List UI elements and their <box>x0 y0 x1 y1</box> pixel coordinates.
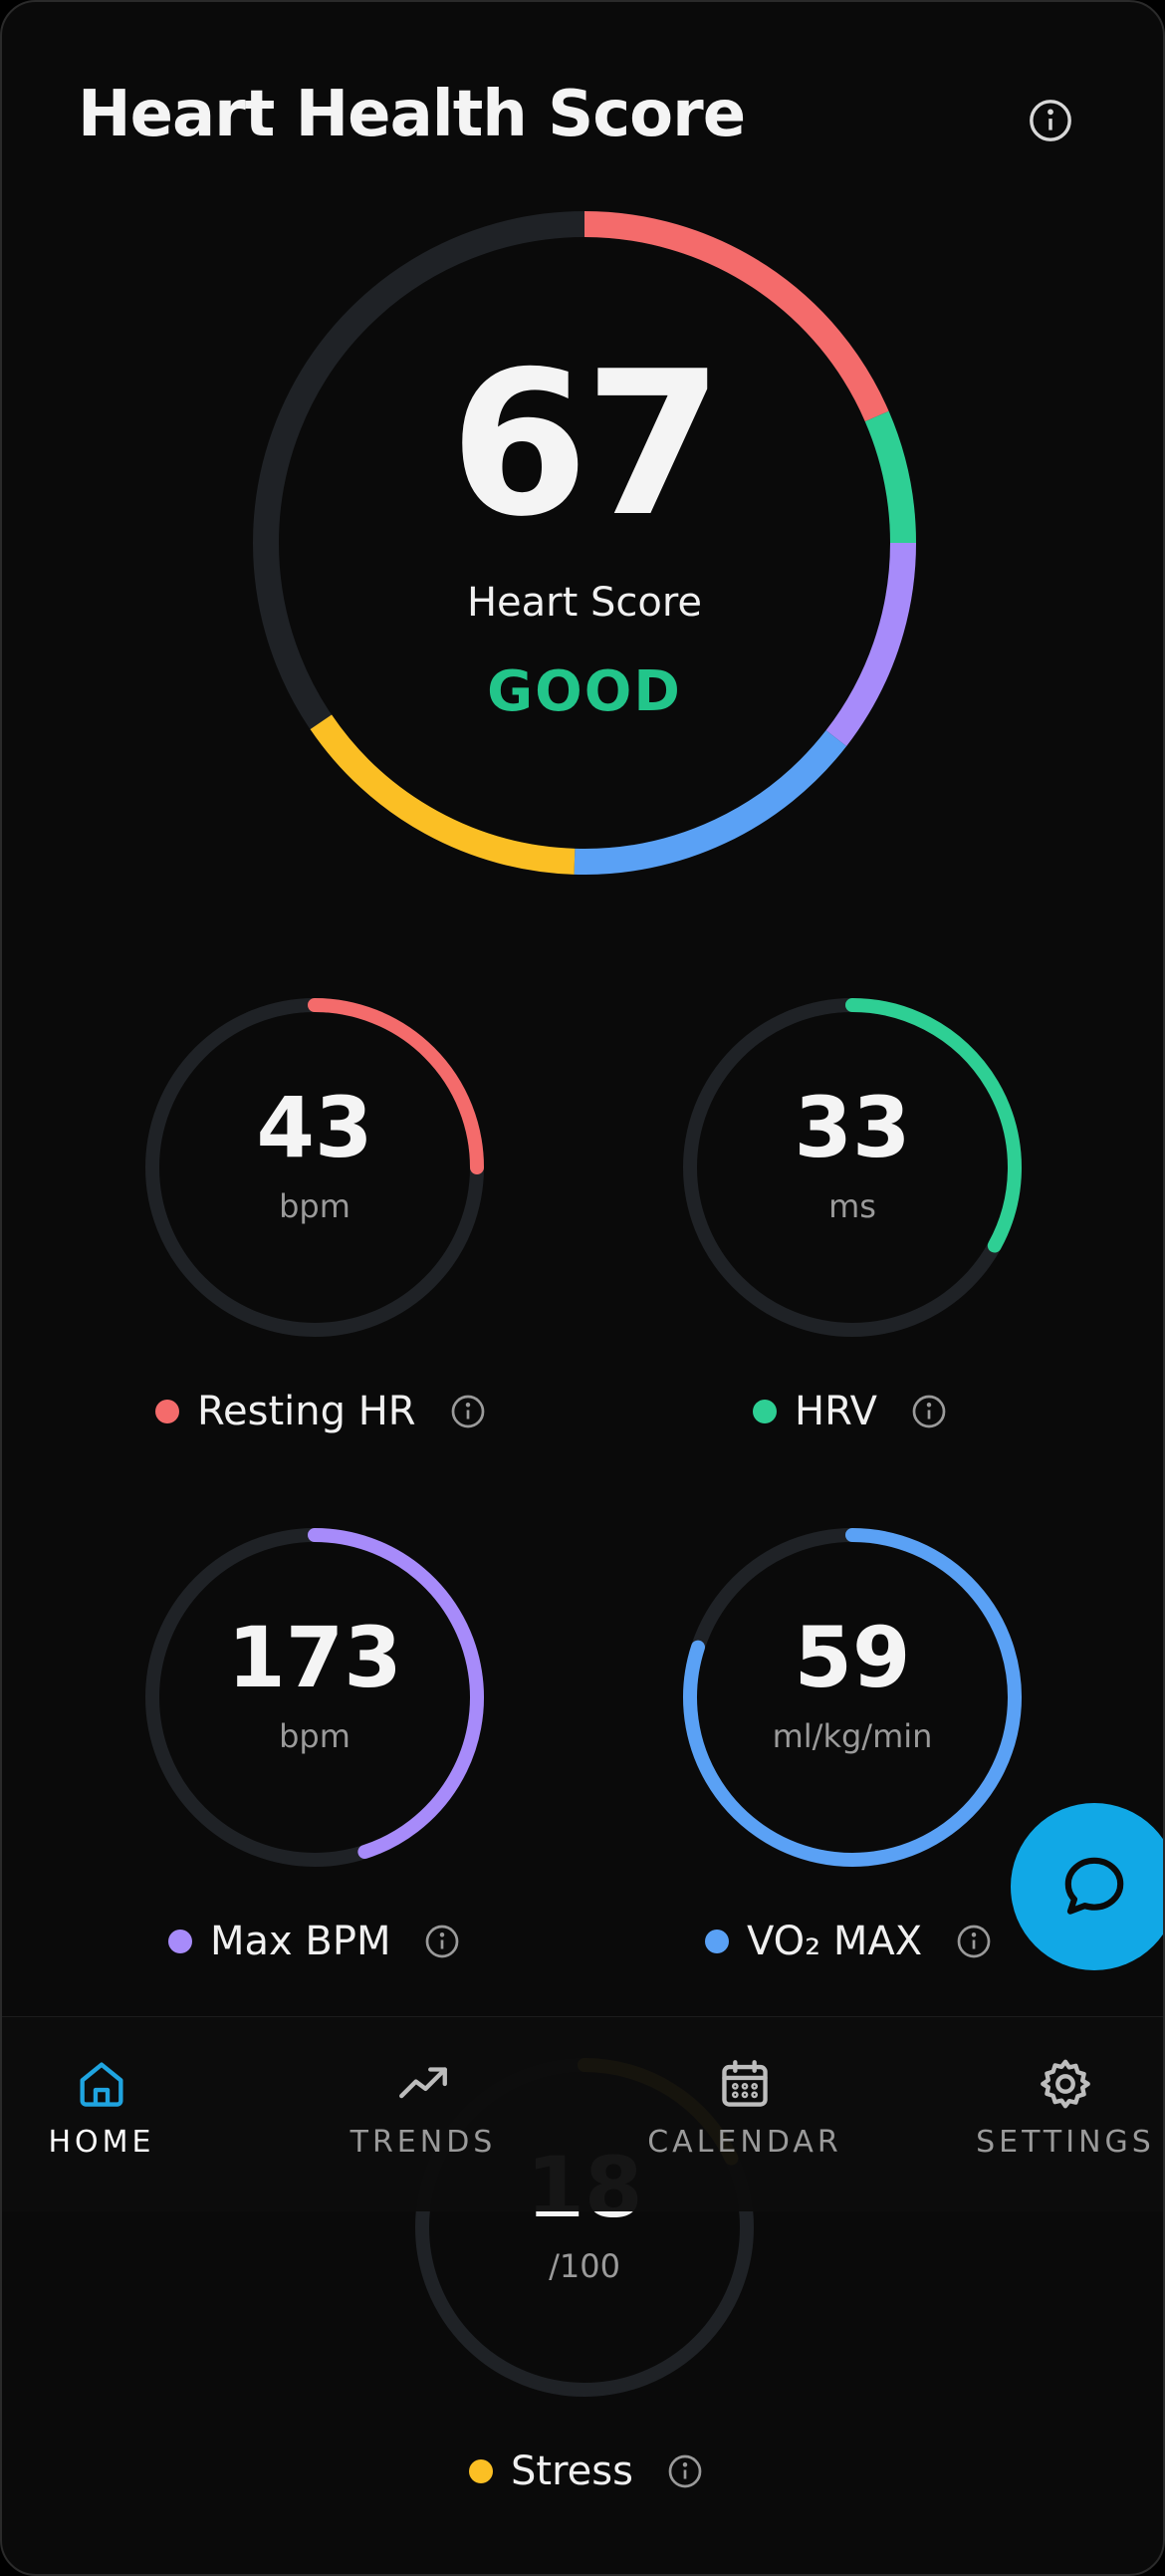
stress-label-row: Stress <box>469 2447 703 2496</box>
info-icon[interactable] <box>450 1394 486 1429</box>
heart-score-label: Heart Score <box>466 580 703 626</box>
hrv-dot <box>753 1400 777 1423</box>
stress-segment <box>310 714 576 875</box>
metric-resting-hr[interactable]: 43 bpm <box>135 988 494 1347</box>
resting-hr-dot <box>155 1400 179 1423</box>
heart-score-status: GOOD <box>487 659 682 724</box>
resting-hr-value: 43 <box>256 1079 373 1176</box>
vo2max-label-row: VO₂ MAX <box>705 1917 992 1966</box>
max-bpm-unit: bpm <box>279 1717 350 1755</box>
nav-home-label: HOME <box>48 2125 155 2160</box>
vo2max-segment <box>574 730 847 875</box>
vo2max-label: VO₂ MAX <box>747 1919 923 1964</box>
nav-trends[interactable]: TRENDS <box>304 2055 543 2160</box>
home-icon <box>80 2062 123 2107</box>
info-icon[interactable] <box>1028 98 1073 143</box>
hrv-label: HRV <box>795 1389 878 1434</box>
vo2max-value: 59 <box>794 1609 911 1706</box>
metric-hrv[interactable]: 33 ms <box>673 988 1032 1347</box>
app-screen: Heart Health Score 67 Heart Score GOOD 4… <box>0 0 1165 2576</box>
resting-hr-unit: bpm <box>279 1187 350 1225</box>
hrv-label-row: HRV <box>753 1387 947 1436</box>
resting-hr-label: Resting HR <box>197 1389 416 1434</box>
vo2max-unit: ml/kg/min <box>772 1717 933 1755</box>
info-icon[interactable] <box>911 1394 947 1429</box>
chat-button[interactable] <box>1011 1803 1163 1970</box>
metric-max-bpm[interactable]: 173 bpm <box>135 1518 494 1877</box>
vo2max-dot <box>705 1930 729 1953</box>
resting-hr-label-row: Resting HR <box>155 1387 486 1436</box>
trend-up-icon <box>399 2067 447 2099</box>
stress-dot <box>469 2459 493 2483</box>
chat-bubble-icon <box>1064 1857 1124 1915</box>
nav-settings[interactable]: SETTINGS <box>946 2055 1163 2160</box>
max-bpm-label-row: Max BPM <box>168 1917 460 1966</box>
heart-score-value: 67 <box>449 329 723 561</box>
stress-unit: /100 <box>549 2247 620 2285</box>
calendar-icon <box>722 2060 768 2107</box>
hrv-value: 33 <box>794 1079 911 1176</box>
info-icon[interactable] <box>424 1924 460 1959</box>
bottom-nav: HOME TRENDS CALENDAR SETTINGS <box>2 2016 1163 2211</box>
nav-trends-label: TRENDS <box>350 2125 497 2160</box>
page-title: Heart Health Score <box>78 78 746 151</box>
max-bpm-dot <box>168 1930 192 1953</box>
metric-vo2max[interactable]: 59 ml/kg/min <box>673 1518 1032 1877</box>
stress-label: Stress <box>511 2448 633 2494</box>
nav-calendar-label: CALENDAR <box>647 2125 842 2160</box>
nav-calendar[interactable]: CALENDAR <box>625 2055 864 2160</box>
hrv-unit: ms <box>828 1187 876 1225</box>
gear-icon <box>1041 2059 1090 2109</box>
nav-home[interactable]: HOME <box>2 2055 221 2160</box>
max-bpm-label: Max BPM <box>210 1919 391 1964</box>
nav-settings-label: SETTINGS <box>976 2125 1155 2160</box>
info-icon[interactable] <box>667 2453 703 2489</box>
info-icon[interactable] <box>956 1924 992 1959</box>
max-bpm-value: 173 <box>227 1609 402 1706</box>
